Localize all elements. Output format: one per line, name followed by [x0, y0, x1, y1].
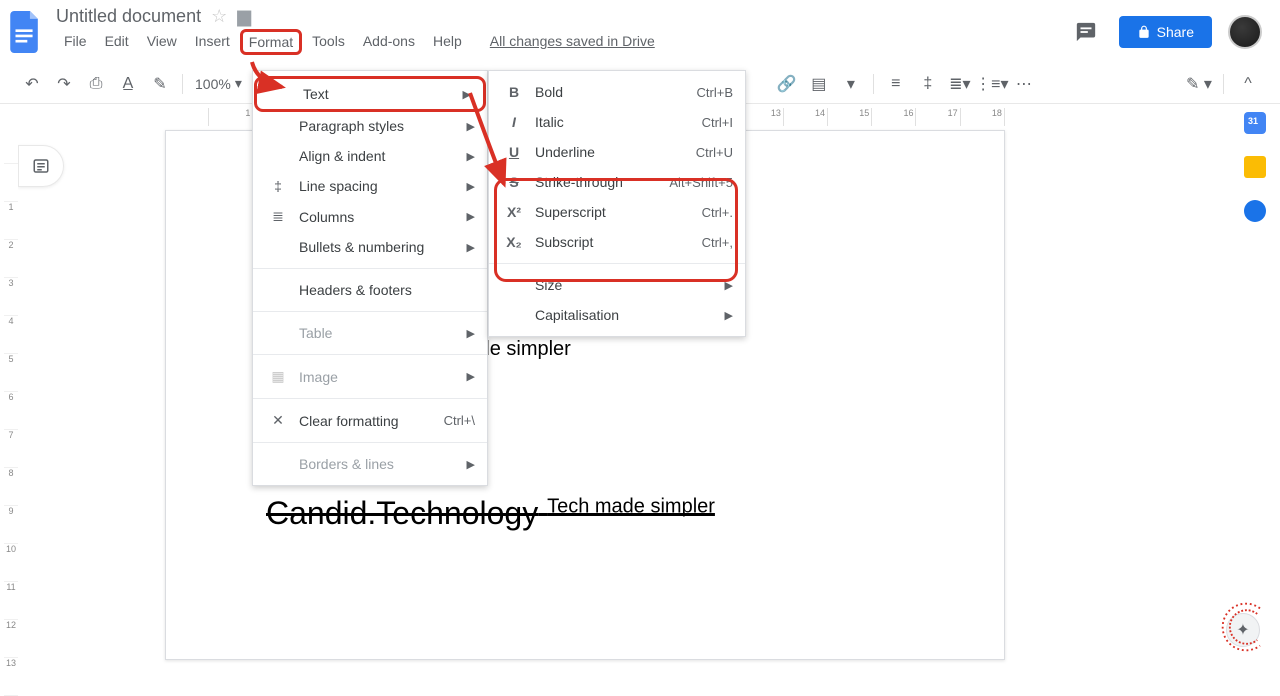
- format-menu-item-table: Table▶: [253, 318, 487, 348]
- insert-comment-icon[interactable]: ▤: [805, 70, 833, 98]
- outline-toggle[interactable]: [18, 145, 64, 187]
- chevron-right-icon: ▶: [467, 120, 475, 133]
- text-menu-item-size[interactable]: Size▶: [489, 270, 745, 300]
- chevron-right-icon: ▶: [725, 279, 733, 292]
- chevron-right-icon: ▶: [467, 370, 475, 383]
- text-menu-item-strike-through[interactable]: SStrike-throughAlt+Shift+5: [489, 167, 745, 197]
- menu-item-icon: X₂: [503, 234, 525, 250]
- menu-item-icon: X²: [503, 204, 525, 220]
- text-menu-item-italic[interactable]: IItalicCtrl+I: [489, 107, 745, 137]
- keep-icon[interactable]: [1244, 156, 1266, 178]
- menu-edit[interactable]: Edit: [97, 29, 137, 55]
- account-avatar[interactable]: [1228, 15, 1262, 49]
- format-menu-item-align-indent[interactable]: Align & indent▶: [253, 141, 487, 171]
- chevron-right-icon: ▶: [463, 88, 471, 101]
- insert-image-icon[interactable]: ▾: [837, 70, 865, 98]
- menu-item-icon: S: [503, 174, 525, 190]
- linespacing-icon[interactable]: ‡: [914, 70, 942, 98]
- spellcheck-icon[interactable]: A̲: [114, 70, 142, 98]
- share-label: Share: [1157, 24, 1194, 40]
- side-panel: 31: [1230, 108, 1280, 222]
- menu-item-icon: ‡: [267, 178, 289, 194]
- bulleted-list-icon[interactable]: ⋮≡▾: [978, 70, 1006, 98]
- text-menu-item-subscript[interactable]: X₂SubscriptCtrl+,: [489, 227, 745, 257]
- menu-addons[interactable]: Add-ons: [355, 29, 423, 55]
- chevron-right-icon: ▶: [467, 180, 475, 193]
- menu-item-icon: B: [503, 84, 525, 100]
- star-icon[interactable]: ☆: [211, 6, 227, 27]
- text-menu-item-underline[interactable]: UUnderlineCtrl+U: [489, 137, 745, 167]
- collapse-icon[interactable]: ^: [1234, 70, 1262, 98]
- format-menu-item-paragraph-styles[interactable]: Paragraph styles▶: [253, 111, 487, 141]
- numbered-list-icon[interactable]: ≣▾: [946, 70, 974, 98]
- more-icon[interactable]: ⋯: [1010, 70, 1038, 98]
- menu-item-icon: ≣: [267, 208, 289, 225]
- menu-file[interactable]: File: [56, 29, 95, 55]
- text-menu-item-bold[interactable]: BBoldCtrl+B: [489, 77, 745, 107]
- save-status[interactable]: All changes saved in Drive: [482, 29, 663, 55]
- menu-insert[interactable]: Insert: [187, 29, 238, 55]
- zoom-select[interactable]: 100% ▾: [191, 75, 246, 92]
- menu-item-icon: I: [503, 114, 525, 130]
- docs-logo[interactable]: [6, 6, 46, 58]
- undo-icon[interactable]: ↶: [18, 70, 46, 98]
- chevron-right-icon: ▶: [467, 327, 475, 340]
- menu-item-icon: U: [503, 144, 525, 160]
- format-menu-item-image: ▦Image▶: [253, 361, 487, 392]
- format-menu-item-bullets-numbering[interactable]: Bullets & numbering▶: [253, 232, 487, 262]
- editing-mode-icon[interactable]: ✎ ▾: [1185, 70, 1213, 98]
- menubar: File Edit View Insert Format Tools Add-o…: [56, 29, 1069, 55]
- chevron-right-icon: ▶: [725, 309, 733, 322]
- format-menu-item-line-spacing[interactable]: ‡Line spacing▶: [253, 171, 487, 201]
- share-button[interactable]: Share: [1119, 16, 1212, 48]
- align-icon[interactable]: ≡: [882, 70, 910, 98]
- menu-view[interactable]: View: [139, 29, 185, 55]
- text-submenu-dropdown: BBoldCtrl+BIItalicCtrl+IUUnderlineCtrl+U…: [488, 70, 746, 337]
- format-menu-item-text[interactable]: Text▶: [257, 79, 483, 109]
- text-menu-item-capitalisation[interactable]: Capitalisation▶: [489, 300, 745, 330]
- paintformat-icon[interactable]: ✎: [146, 70, 174, 98]
- chevron-right-icon: ▶: [467, 241, 475, 254]
- redo-icon[interactable]: ↷: [50, 70, 78, 98]
- doc-title[interactable]: Untitled document: [56, 6, 201, 27]
- vertical-ruler: 12345678910111213: [4, 126, 18, 661]
- chevron-right-icon: ▶: [467, 458, 475, 471]
- tasks-icon[interactable]: [1244, 200, 1266, 222]
- watermark-logo: [1218, 599, 1274, 655]
- folder-icon[interactable]: ▆: [237, 6, 251, 27]
- format-menu-item-columns[interactable]: ≣Columns▶: [253, 201, 487, 232]
- format-menu-dropdown: Text▶Paragraph styles▶Align & indent▶‡Li…: [252, 70, 488, 486]
- menu-item-icon: ✕: [267, 412, 289, 429]
- chevron-right-icon: ▶: [467, 150, 475, 163]
- text-menu-item-superscript[interactable]: X²SuperscriptCtrl+.: [489, 197, 745, 227]
- comments-icon[interactable]: [1069, 15, 1103, 49]
- format-menu-item-headers-footers[interactable]: Headers & footers: [253, 275, 487, 305]
- menu-tools[interactable]: Tools: [304, 29, 353, 55]
- calendar-icon[interactable]: 31: [1244, 112, 1266, 134]
- menu-item-icon: ▦: [267, 368, 289, 385]
- chevron-right-icon: ▶: [467, 210, 475, 223]
- format-menu-item-clear-formatting[interactable]: ✕Clear formattingCtrl+\: [253, 405, 487, 436]
- print-icon[interactable]: ⎙: [82, 70, 110, 98]
- menu-format[interactable]: Format: [240, 29, 302, 55]
- doc-line-3: Candid.Technology Tech made simpler: [266, 495, 715, 532]
- format-menu-item-borders-lines: Borders & lines▶: [253, 449, 487, 479]
- insert-link-icon[interactable]: 🔗: [773, 70, 801, 98]
- menu-help[interactable]: Help: [425, 29, 470, 55]
